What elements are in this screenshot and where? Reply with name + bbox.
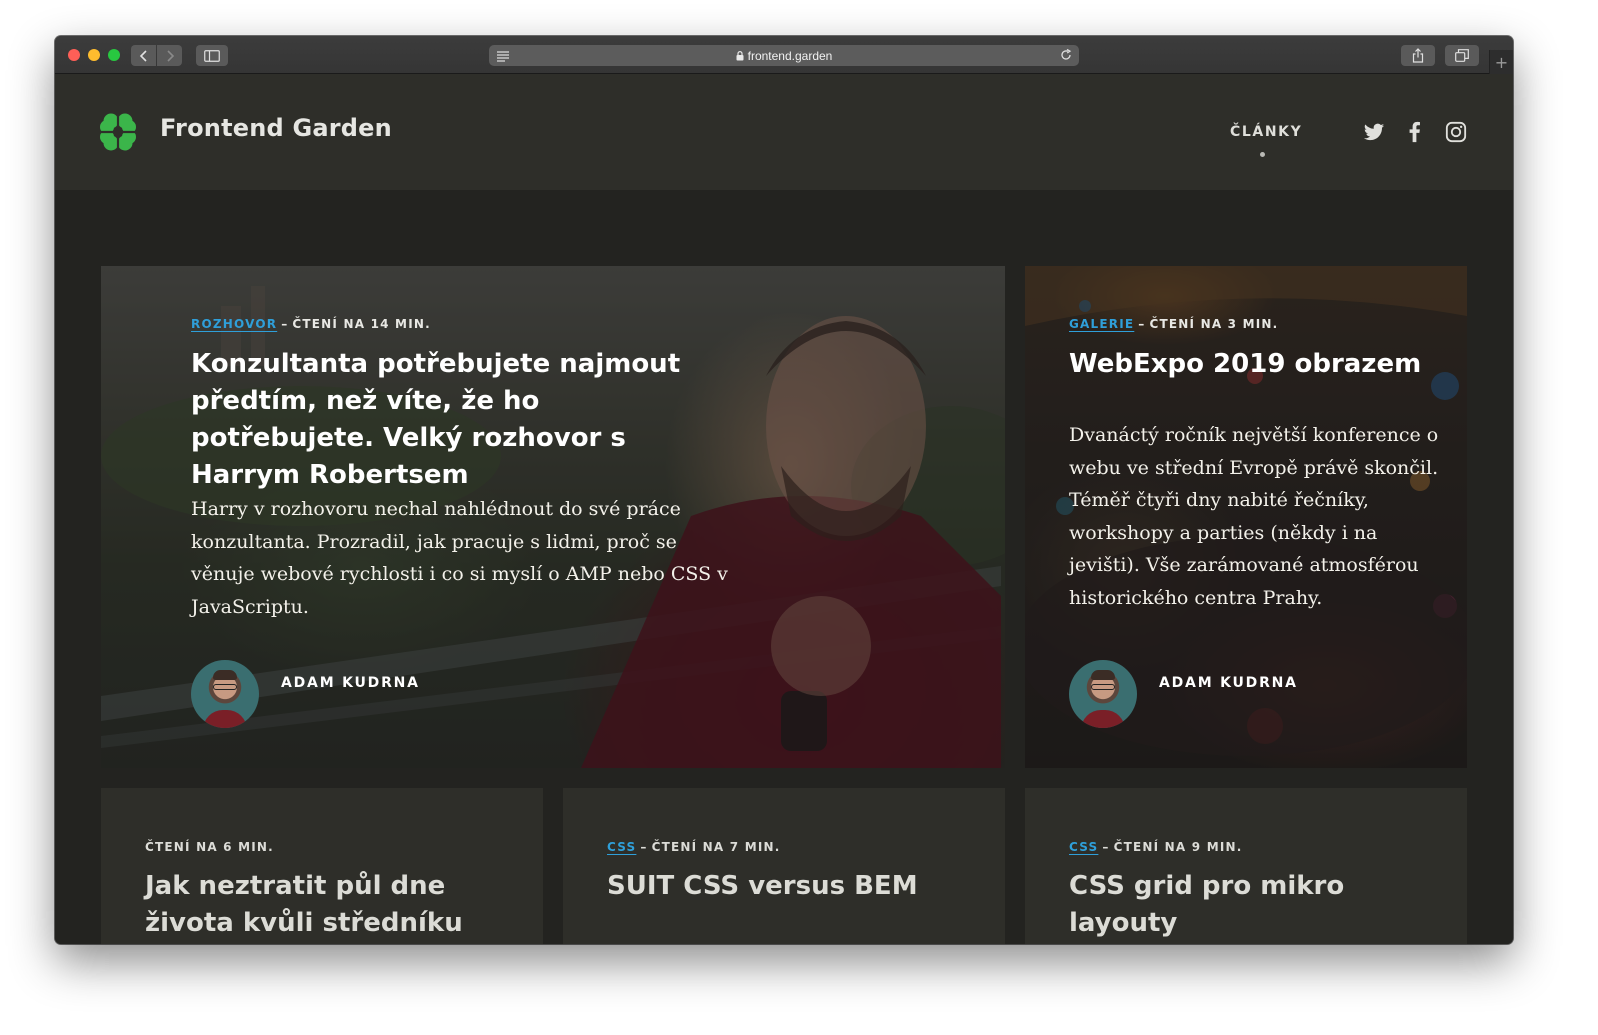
instagram-icon[interactable]: [1445, 121, 1467, 143]
browser-toolbar: frontend.garden +: [55, 36, 1513, 74]
address-bar[interactable]: frontend.garden: [489, 45, 1079, 66]
article-title[interactable]: SUIT CSS versus BEM: [607, 868, 967, 905]
url-text: frontend.garden: [747, 48, 833, 63]
reading-time: ČTENÍ NA 14 MIN.: [292, 317, 431, 331]
plus-icon: +: [1494, 52, 1509, 72]
article-meta: CSS – ČTENÍ NA 7 MIN.: [607, 840, 781, 854]
article-title[interactable]: Konzultanta potřebujete najmout předtím,…: [191, 346, 731, 494]
article-card[interactable]: ČTENÍ NA 6 MIN. Jak neztratit půl dne ži…: [101, 788, 543, 944]
author[interactable]: ADAM KUDRNA: [1069, 660, 1298, 728]
lock-icon: [736, 50, 744, 60]
sidebar-toggle-button[interactable]: [196, 45, 228, 66]
category-tag[interactable]: ROZHOVOR: [191, 317, 277, 331]
sidebar-icon: [204, 49, 220, 62]
category-tag[interactable]: GALERIE: [1069, 317, 1134, 331]
article-title[interactable]: CSS grid pro mikro layouty: [1069, 868, 1429, 942]
avatar: [191, 660, 259, 728]
reading-time: ČTENÍ NA 7 MIN.: [651, 840, 781, 854]
share-button[interactable]: [1401, 45, 1435, 66]
author[interactable]: ADAM KUDRNA: [191, 660, 420, 728]
author-name: ADAM KUDRNA: [1159, 675, 1298, 691]
zoom-window-button[interactable]: [108, 49, 120, 61]
article-title[interactable]: WebExpo 2019 obrazem: [1069, 346, 1429, 383]
share-icon: [1412, 48, 1424, 63]
reader-mode-icon[interactable]: [495, 48, 511, 63]
forward-button[interactable]: [157, 45, 182, 66]
site-header: Frontend Garden ČLÁNKY: [55, 74, 1513, 190]
category-tag[interactable]: CSS: [1069, 840, 1098, 854]
meta-separator: –: [1138, 317, 1146, 331]
new-tab-button[interactable]: +: [1489, 50, 1513, 74]
author-name: ADAM KUDRNA: [281, 675, 420, 691]
minimize-window-button[interactable]: [88, 49, 100, 61]
article-perex: Dvanáctý ročník největší konference o we…: [1069, 424, 1439, 609]
article-meta: ROZHOVOR – ČTENÍ NA 14 MIN.: [191, 317, 431, 331]
featured-article-card[interactable]: GALERIE – ČTENÍ NA 3 MIN. WebExpo 2019 obr…: [1025, 266, 1467, 768]
clover-logo-icon[interactable]: [96, 110, 140, 154]
back-button[interactable]: [131, 45, 156, 66]
article-meta: GALERIE – ČTENÍ NA 3 MIN.: [1069, 317, 1278, 331]
articles-grid: ROZHOVOR – ČTENÍ NA 14 MIN. Konzultanta po…: [55, 190, 1513, 944]
meta-separator: –: [281, 317, 289, 331]
article-card[interactable]: CSS – ČTENÍ NA 7 MIN. SUIT CSS versus BEM: [563, 788, 1005, 944]
chevron-left-icon: [139, 49, 147, 62]
tabs-overview-icon: [1455, 49, 1469, 62]
reading-time: ČTENÍ NA 9 MIN.: [1113, 840, 1243, 854]
twitter-icon[interactable]: [1363, 121, 1385, 143]
reload-icon[interactable]: [1059, 48, 1073, 62]
avatar: [1069, 660, 1137, 728]
article-card[interactable]: CSS – ČTENÍ NA 9 MIN. CSS grid pro mikro l…: [1025, 788, 1467, 944]
close-window-button[interactable]: [68, 49, 80, 61]
nav-active-indicator: [1260, 152, 1265, 157]
facebook-icon[interactable]: [1404, 121, 1426, 143]
article-perex: Harry v rozhovoru nechal nahlédnout do s…: [191, 498, 728, 618]
reading-time: ČTENÍ NA 6 MIN.: [145, 840, 274, 854]
reading-time: ČTENÍ NA 3 MIN.: [1149, 317, 1279, 331]
article-title[interactable]: Jak neztratit půl dne života kvůli střed…: [145, 868, 505, 942]
meta-separator: –: [640, 840, 648, 854]
show-tabs-button[interactable]: [1445, 45, 1479, 66]
article-meta: CSS – ČTENÍ NA 9 MIN.: [1069, 840, 1243, 854]
chevron-right-icon: [166, 49, 174, 62]
article-meta: ČTENÍ NA 6 MIN.: [145, 840, 274, 854]
category-tag[interactable]: CSS: [607, 840, 636, 854]
browser-window: frontend.garden + Frontend Garden ČLÁNKY: [55, 36, 1513, 944]
site-title[interactable]: Frontend Garden: [160, 114, 392, 142]
featured-article-card[interactable]: ROZHOVOR – ČTENÍ NA 14 MIN. Konzultanta po…: [101, 266, 1005, 768]
nav-articles-link[interactable]: ČLÁNKY: [1230, 124, 1302, 140]
meta-separator: –: [1102, 840, 1110, 854]
